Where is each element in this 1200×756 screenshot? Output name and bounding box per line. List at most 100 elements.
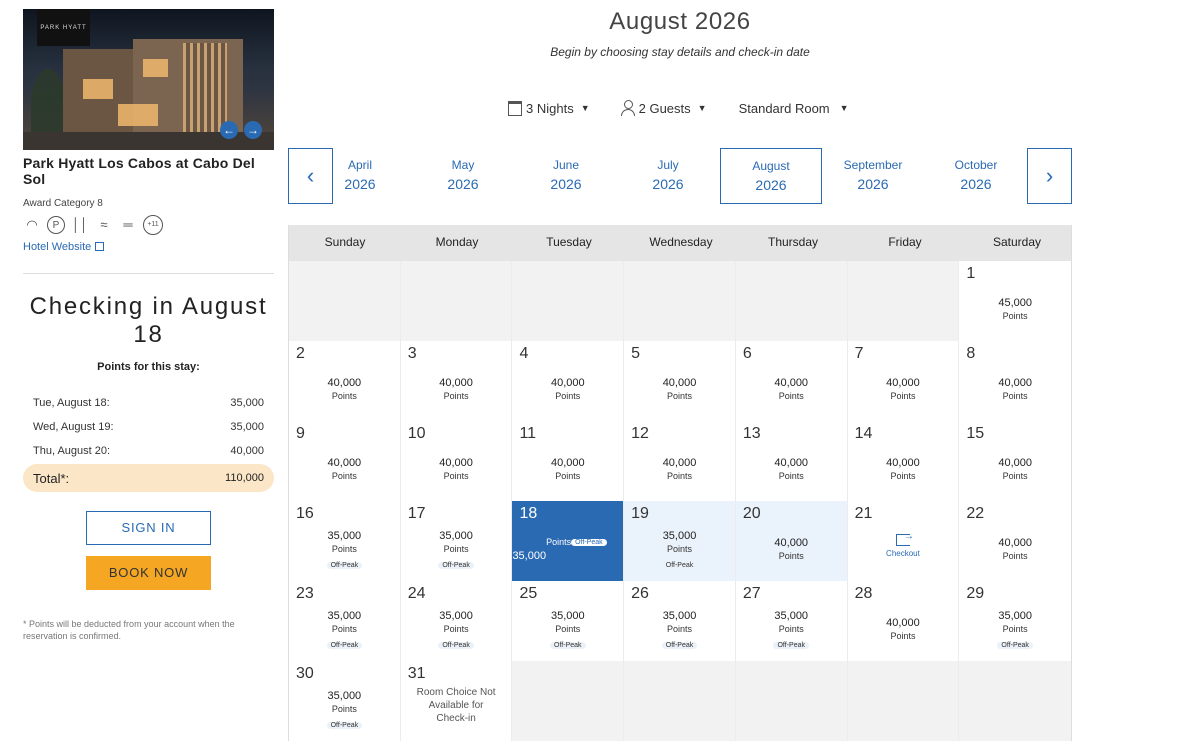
points-unit: Points (778, 391, 804, 401)
calendar-day-cell[interactable]: 30 35,000 Points Off-Peak (289, 661, 401, 741)
month-name: April (347, 158, 372, 172)
calendar-day-cell[interactable]: 20 40,000 Points (735, 501, 848, 581)
total-row: Total*: 110,000 (23, 464, 274, 492)
empty-day-cell (289, 261, 401, 341)
calendar-day-cell[interactable]: 12 40,000 Points (624, 421, 736, 501)
month-tab-october[interactable]: October 2026 (925, 148, 1027, 204)
month-tab-july[interactable]: July 2026 (617, 148, 719, 204)
calendar-day-cell[interactable]: 10 40,000 Points (400, 421, 513, 501)
calendar-day-cell[interactable]: 1 45,000 Points (959, 261, 1072, 341)
calendar-day-cell[interactable]: 29 35,000 Points Off-Peak (959, 581, 1072, 661)
off-peak-badge: Off-Peak (661, 562, 698, 569)
day-points: 40,000 (886, 377, 920, 389)
off-peak-badge: Off-Peak (661, 642, 698, 649)
month-tab-may[interactable]: May 2026 (412, 148, 514, 204)
off-peak-badge: Off-Peak (326, 642, 363, 649)
calendar-day-cell[interactable]: 18 35,000 Points Off-Peak (512, 501, 625, 581)
calendar-day-cell[interactable]: 3 40,000 Points (400, 341, 513, 421)
calendar-day-cell[interactable]: 8 40,000 Points (959, 341, 1072, 421)
calendar-day-cell[interactable]: 4 40,000 Points (512, 341, 625, 421)
calendar-day-cell[interactable]: 9 40,000 Points (289, 421, 401, 501)
calendar-day-cell: 31 Room Choice Not Available for Check-in (400, 661, 513, 741)
palm-tree-graphic (31, 69, 65, 139)
calendar-day-cell[interactable]: 27 35,000 Points Off-Peak (735, 581, 848, 661)
night-row: Tue, August 18: 35,000 (23, 391, 274, 415)
wifi-icon: ◠ (26, 217, 38, 232)
calendar-day-cell[interactable]: 11 40,000 Points (512, 421, 625, 501)
day-number: 30 (296, 665, 314, 682)
points-unit: Points (890, 631, 916, 641)
calendar-day-cell[interactable]: 28 40,000 Points (847, 581, 960, 661)
weekday-label: Monday (435, 235, 479, 249)
spa-icon: ≈ (100, 217, 108, 232)
calendar-day-cell[interactable]: 15 40,000 Points (959, 421, 1072, 501)
day-number: 25 (519, 585, 538, 602)
off-peak-badge: Off-Peak (550, 642, 586, 649)
sign-in-button[interactable]: SIGN IN (86, 511, 211, 545)
points-unit: Points (555, 391, 581, 401)
month-name: June (552, 158, 580, 172)
checkout-label: Checkout (886, 549, 920, 558)
empty-day-cell (400, 261, 513, 341)
calendar-day-cell[interactable]: 6 40,000 Points (735, 341, 848, 421)
book-now-button[interactable]: BOOK NOW (86, 556, 211, 590)
day-number: 13 (742, 425, 761, 442)
day-points: 35,000 (327, 690, 362, 702)
next-month-chevron-icon[interactable]: › (1027, 148, 1072, 204)
weekday-label: Friday (888, 235, 922, 249)
calendar-day-cell[interactable]: 25 35,000 Points Off-Peak (512, 581, 625, 661)
checkout-icon (895, 531, 914, 546)
caret-down-icon: ▼ (839, 103, 849, 113)
caret-down-icon: ▼ (580, 103, 590, 113)
day-points: 40,000 (774, 537, 809, 549)
month-tab-september[interactable]: September 2026 (822, 148, 924, 204)
points-label: Points for this stay: (97, 361, 200, 373)
calendar-day-cell[interactable]: 2 40,000 Points (289, 341, 401, 421)
off-peak-badge: Off-Peak (326, 562, 363, 569)
calendar-day-cell[interactable]: 16 35,000 Points Off-Peak (289, 501, 401, 581)
calendar-day-cell[interactable]: 22 40,000 Points (959, 501, 1072, 581)
points-unit: Points (331, 624, 357, 634)
photo-prev-arrow-icon[interactable]: ← (220, 121, 238, 139)
nights-dropdown[interactable]: 3 Nights ▼ (508, 100, 590, 116)
month-tab-april[interactable]: April 2026 (309, 148, 411, 204)
calendar-day-cell[interactable]: 17 35,000 Points Off-Peak (400, 501, 513, 581)
day-points: 40,000 (998, 537, 1032, 549)
day-number: 15 (966, 425, 985, 442)
month-year: 2026 (550, 176, 582, 192)
hotel-website-link[interactable]: Hotel Website (23, 241, 274, 253)
day-number: 20 (742, 505, 761, 522)
day-points: 40,000 (327, 457, 362, 469)
calendar-day-cell[interactable]: 14 40,000 Points (847, 421, 960, 501)
calendar-day-cell[interactable]: 5 40,000 Points (624, 341, 736, 421)
calendar-week: 1 45,000 Points (289, 260, 1072, 341)
calendar-day-cell[interactable]: 7 40,000 Points (847, 341, 960, 421)
calendar-day-cell[interactable]: 21 Checkout (847, 501, 960, 581)
points-unit: Points (1002, 391, 1028, 401)
month-tab-june[interactable]: June 2026 (515, 148, 617, 204)
off-peak-badge: Off-Peak (438, 562, 474, 569)
dining-icon: ││ (71, 217, 89, 232)
more-amenities-button[interactable]: +11 (143, 215, 163, 235)
room-type-dropdown[interactable]: Standard Room ▼ (739, 101, 849, 116)
day-points: 40,000 (550, 457, 585, 469)
weekday-header: Sunday Monday Tuesday Wednesday Thursday Frid… (289, 225, 1071, 260)
day-points: 40,000 (439, 377, 473, 389)
calendar-day-cell[interactable]: 23 35,000 Points Off-Peak (289, 581, 401, 661)
day-number: 27 (742, 585, 761, 602)
points-unit: Points (778, 624, 804, 634)
day-points: 35,000 (550, 610, 585, 622)
calendar-day-cell[interactable]: 13 40,000 Points (735, 421, 848, 501)
points-unit: Points (667, 544, 693, 554)
calendar-day-cell[interactable]: 26 35,000 Points Off-Peak (624, 581, 736, 661)
calendar-day-cell[interactable]: 19 35,000 Points Off-Peak (624, 501, 736, 581)
month-tab-august[interactable]: August 2026 (720, 148, 822, 204)
page-title: August 2026 (609, 8, 751, 35)
points-unit: Points (890, 471, 916, 481)
night-points: 40,000 (230, 445, 264, 457)
guests-dropdown[interactable]: 2 Guests ▼ (620, 100, 707, 116)
calendar-day-cell[interactable]: 24 35,000 Points Off-Peak (400, 581, 513, 661)
empty-day-cell (624, 661, 736, 741)
photo-next-arrow-icon[interactable]: → (244, 121, 262, 139)
points-unit: Points (778, 551, 804, 561)
